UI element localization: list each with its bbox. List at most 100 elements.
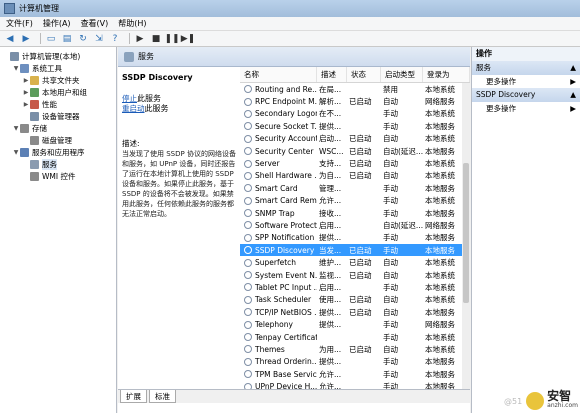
export-icon[interactable]: ⇲ xyxy=(93,33,105,45)
menu-file[interactable]: 文件(F) xyxy=(6,18,33,29)
action-more-actions[interactable]: 更多操作 ▶ xyxy=(472,102,580,115)
table-row[interactable]: Thread Orderin... 提供... 手动 本地服务 xyxy=(240,356,470,368)
restart-link-suffix: 此服务 xyxy=(144,104,169,113)
service-startup-cell: 自动 xyxy=(383,344,398,354)
service-name-cell: Superfetch xyxy=(240,258,317,267)
table-row[interactable]: TCP/IP NetBIOS ... 提供... 已启动 自动 本地服务 xyxy=(240,306,470,318)
column-log-on-as[interactable]: 登录为 xyxy=(423,67,470,82)
pause-icon[interactable]: ❚❚ xyxy=(164,33,179,45)
stop-service-link[interactable]: 停止 xyxy=(122,94,137,103)
tree-node[interactable]: ▶ 共享文件夹 xyxy=(0,74,116,86)
service-name-cell: Smart Card xyxy=(240,184,317,193)
service-status-cell: 已启动 xyxy=(349,245,372,255)
tree-node[interactable]: 设备管理器 xyxy=(0,110,116,122)
table-row[interactable]: Tablet PC Input ... 启用... 手动 本地系统 xyxy=(240,281,470,293)
table-row[interactable]: Software Protect...启用...自动(延迟...网络服务 xyxy=(240,219,470,231)
action-item-label: 更多操作 xyxy=(486,77,516,86)
expand-arrow-icon[interactable]: ▶ xyxy=(22,89,30,96)
service-description-cell: 当发... xyxy=(319,245,342,255)
column-name[interactable]: 名称 xyxy=(240,67,317,82)
expand-arrow-icon[interactable]: ▶ xyxy=(22,101,30,108)
table-row[interactable]: Server 支持... 已启动 自动 本地系统 xyxy=(240,157,470,169)
table-row[interactable]: Themes 为用... 已启动 自动 本地系统 xyxy=(240,343,470,355)
restart-service-link[interactable]: 重启动 xyxy=(122,104,145,113)
table-row[interactable]: Secure Socket T... 提供... 手动 本地服务 xyxy=(240,120,470,132)
table-row[interactable]: Smart Card Rem...允许...手动本地系统 xyxy=(240,195,470,207)
service-gear-icon xyxy=(244,258,252,267)
tree-node-label: WMI 控件 xyxy=(42,171,76,181)
tree-node[interactable]: 磁盘管理 xyxy=(0,134,116,146)
table-row[interactable]: Security Account...启动...已启动自动本地系统 xyxy=(240,133,470,145)
table-row[interactable]: Secondary Logon 在不... 手动 本地系统 xyxy=(240,108,470,120)
service-startup-cell: 手动 xyxy=(383,357,398,367)
menu-view[interactable]: 查看(V) xyxy=(81,18,109,29)
service-name-cell: Task Scheduler xyxy=(240,295,317,304)
table-row[interactable]: Telephony 提供... 手动 网络服务 xyxy=(240,318,470,330)
table-row[interactable]: Security Center WSC... 已启动 自动(延迟... 本地服务 xyxy=(240,145,470,157)
service-name: TPM Base Servic... xyxy=(255,369,317,379)
table-row[interactable]: System Event N... 监视... 已启动 自动 本地系统 xyxy=(240,269,470,281)
tree-node[interactable]: 服务 xyxy=(0,158,116,170)
scrollbar-thumb[interactable] xyxy=(463,163,469,303)
action-section-services[interactable]: 服务 ▲ xyxy=(472,61,580,75)
forward-icon[interactable]: ▶ xyxy=(20,33,32,45)
table-row[interactable]: Tenpay Certificat...手动本地系统 xyxy=(240,331,470,343)
service-name: Server xyxy=(255,159,280,169)
expand-arrow-icon[interactable]: ▼ xyxy=(12,65,20,72)
tree-node[interactable]: ▼ 存储 xyxy=(0,122,116,134)
tree-node[interactable]: WMI 控件 xyxy=(0,170,116,182)
tree-node[interactable]: ▶ 性能 xyxy=(0,98,116,110)
tab-standard[interactable]: 标准 xyxy=(149,390,176,403)
table-row[interactable]: Superfetch 维护... 已启动 自动 本地系统 xyxy=(240,256,470,268)
menu-help[interactable]: 帮助(H) xyxy=(118,18,146,29)
column-startup-type[interactable]: 启动类型 xyxy=(381,67,423,82)
tab-extended[interactable]: 扩展 xyxy=(120,390,147,403)
action-section-ssdp[interactable]: SSDP Discovery ▲ xyxy=(472,88,580,102)
folder-icon[interactable]: ▭ xyxy=(45,33,57,45)
service-gear-icon xyxy=(244,295,252,304)
play-icon[interactable]: ▶ xyxy=(134,33,146,45)
table-row[interactable]: Routing and Re... 在局... 禁用 本地系统 xyxy=(240,83,470,95)
column-description[interactable]: 描述 xyxy=(317,67,347,82)
vertical-scrollbar[interactable] xyxy=(462,83,470,397)
tree-node-label: 服务和应用程序 xyxy=(32,147,85,157)
action-more-actions[interactable]: 更多操作 ▶ xyxy=(472,75,580,88)
table-row[interactable]: Shell Hardware ... 为自... 已启动 自动 本地系统 xyxy=(240,170,470,182)
refresh-icon[interactable]: ↻ xyxy=(77,33,89,45)
service-gear-icon xyxy=(244,370,252,379)
table-row[interactable]: SSDP Discovery 当发... 已启动 手动 本地服务 xyxy=(240,244,470,257)
table-row[interactable]: TPM Base Servic... 允许... 手动 本地服务 xyxy=(240,368,470,380)
tree-node[interactable]: ▼ 服务和应用程序 xyxy=(0,146,116,158)
service-description-cell: 启动... xyxy=(319,134,342,144)
help-icon[interactable]: ? xyxy=(109,33,121,45)
table-row[interactable]: Task Scheduler 使用... 已启动 自动 本地系统 xyxy=(240,294,470,306)
tree-node[interactable]: ▶ 本地用户和组 xyxy=(0,86,116,98)
tree-node-label: 磁盘管理 xyxy=(42,135,72,145)
column-status[interactable]: 状态 xyxy=(347,67,381,82)
table-row[interactable]: SNMP Trap 接收... 手动 本地服务 xyxy=(240,207,470,219)
tree-node[interactable]: 计算机管理(本地) xyxy=(0,50,116,62)
table-row[interactable]: Smart Card 管理... 手动 本地服务 xyxy=(240,182,470,194)
service-status-cell: 已启动 xyxy=(349,159,372,169)
properties-icon[interactable]: ▤ xyxy=(61,33,73,45)
service-description-cell: 支持... xyxy=(319,159,342,169)
table-row[interactable]: RPC Endpoint M... 解析... 已启动 自动 网络服务 xyxy=(240,95,470,107)
expand-arrow-icon[interactable]: ▶ xyxy=(22,77,30,84)
service-name-cell: Software Protect... xyxy=(240,221,317,230)
tree-node-icon xyxy=(30,171,39,181)
tree-node[interactable]: ▼ 系统工具 xyxy=(0,62,116,74)
table-row[interactable]: SPP Notification ... 提供... 手动 本地服务 xyxy=(240,232,470,244)
table-body: Routing and Re... 在局... 禁用 本地系统 RPC Endpoint… xyxy=(240,83,470,393)
expand-arrow-icon[interactable]: ▼ xyxy=(12,125,20,132)
tree-node-label: 本地用户和组 xyxy=(42,87,87,97)
service-status-cell: 已启动 xyxy=(349,270,372,280)
stop-icon[interactable]: ■ xyxy=(150,33,162,45)
service-name-cell: Tenpay Certificat... xyxy=(240,333,317,342)
menu-action[interactable]: 操作(A) xyxy=(43,18,71,29)
service-name-cell: Server xyxy=(240,159,317,168)
expand-arrow-icon[interactable]: ▼ xyxy=(12,149,20,156)
restart-icon[interactable]: ▶❚ xyxy=(181,33,195,45)
back-icon[interactable]: ◀ xyxy=(4,33,16,45)
tree-node-icon xyxy=(20,123,29,133)
service-name: Thread Orderin... xyxy=(255,357,317,367)
